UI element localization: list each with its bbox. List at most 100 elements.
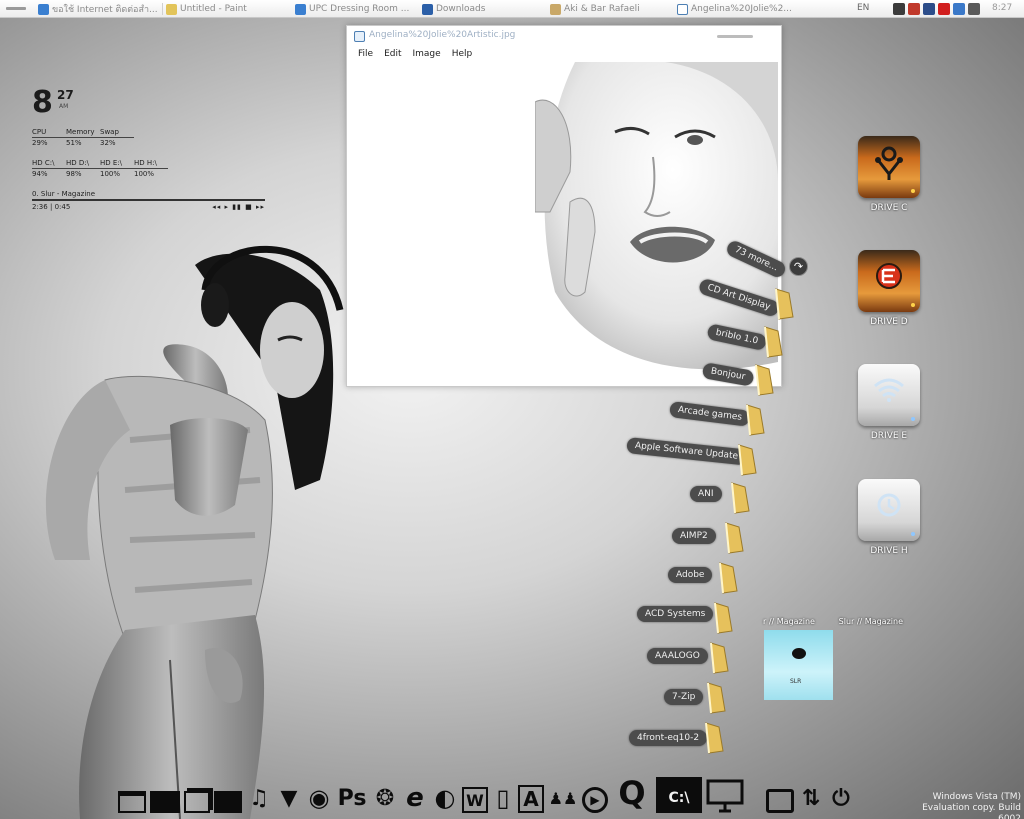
drive-label: DRIVE E — [870, 431, 908, 441]
album-cover[interactable]: SLR — [764, 630, 833, 700]
folder-icon[interactable] — [708, 641, 730, 674]
task-label: Downloads — [436, 4, 486, 14]
picture-icon[interactable] — [214, 791, 242, 813]
window-icon[interactable] — [118, 791, 146, 813]
album-label-left: r // Magazine — [763, 617, 815, 626]
language-indicator[interactable]: EN — [857, 3, 869, 13]
paint-icon — [166, 3, 177, 15]
stat-value: 29% — [32, 139, 48, 147]
taskbar-grip[interactable] — [6, 7, 26, 10]
monitor-icon[interactable] — [706, 779, 744, 813]
folder-icon[interactable] — [744, 403, 766, 436]
stack-item-label: Adobe — [668, 567, 713, 583]
stat-memory: Memory 51% — [66, 128, 100, 147]
stacked-windows-icon[interactable] — [184, 791, 210, 813]
folder-icon[interactable] — [762, 325, 784, 358]
cd-icon[interactable]: ◉ — [306, 783, 332, 813]
stack-item-label: ACD Systems — [637, 606, 714, 622]
task-downloads[interactable]: Downloads — [422, 2, 532, 16]
album-cover-text: SLR — [790, 678, 802, 685]
clock-hour: 8 — [32, 85, 53, 120]
tray-volume-icon[interactable] — [968, 3, 980, 15]
tray-kaspersky-icon[interactable] — [938, 3, 950, 15]
music-note-icon[interactable]: ♫ — [246, 783, 272, 813]
minimize-bar[interactable] — [717, 35, 753, 38]
folder-icon[interactable] — [723, 521, 745, 554]
task-paint[interactable]: Untitled - Paint — [166, 2, 286, 16]
firefox-icon[interactable]: ◐ — [432, 783, 458, 813]
task-label: Untitled - Paint — [180, 4, 247, 14]
task-aki-bar-rafaeli[interactable]: Aki & Bar Rafaeli — [550, 2, 668, 16]
power-icon[interactable]: ⏻ — [828, 783, 854, 813]
system-tray — [893, 3, 980, 15]
task-angelina-image[interactable]: Angelina%20Jolie%2... — [677, 2, 795, 16]
phone-icon[interactable]: ▯ — [492, 783, 514, 813]
task-label: Angelina%20Jolie%2... — [691, 4, 792, 14]
terminal-icon[interactable]: C:\ — [656, 777, 702, 813]
task-upc-dressing-room[interactable]: UPC Dressing Room ... — [295, 2, 411, 16]
menu-edit[interactable]: Edit — [384, 49, 401, 59]
menu-image[interactable]: Image — [413, 49, 441, 59]
clock-ampm: AM — [59, 103, 69, 110]
font-icon[interactable]: A — [518, 785, 544, 813]
stat-value: 51% — [66, 139, 82, 147]
stack-item-label: 7-Zip — [664, 689, 704, 705]
tray-shield-icon[interactable] — [908, 3, 920, 15]
word-icon[interactable]: W — [462, 787, 488, 813]
stack-item-label: Arcade games — [669, 401, 751, 427]
player-controls[interactable]: ◂◂ ▸ ▮▮ ■ ▸▸ — [212, 203, 265, 211]
folder-icon[interactable] — [703, 721, 725, 754]
album-art-figure — [792, 648, 806, 659]
quicktime-icon[interactable]: Q — [612, 773, 652, 813]
stat-key: HD D:\ — [66, 159, 100, 169]
folder-icon[interactable] — [753, 363, 775, 396]
transfer-icon[interactable]: ⇅ — [798, 783, 824, 813]
folder-icon[interactable] — [729, 481, 751, 514]
folder-icon — [550, 3, 561, 15]
drive-d[interactable]: DRIVE D — [854, 250, 924, 327]
windows-watermark: Windows Vista (TM) Evaluation copy. Buil… — [905, 792, 1021, 819]
folder-icon[interactable] — [773, 287, 795, 320]
track-title: 0. Slur - Magazine — [32, 190, 265, 201]
tray-network-icon[interactable] — [953, 3, 965, 15]
clock: 8 27 AM — [32, 88, 267, 124]
tray-sail-icon[interactable] — [923, 3, 935, 15]
folder-icon[interactable] — [705, 681, 727, 714]
stack-item-label: ANI — [690, 486, 722, 502]
now-playing-labels: r // Magazine Slur // Magazine — [763, 617, 903, 626]
photoshop-icon[interactable]: Ps — [336, 783, 368, 813]
clock-minute: 27 — [57, 88, 74, 102]
folder-icon[interactable] — [736, 443, 758, 476]
windows-tile-icon[interactable] — [150, 791, 180, 813]
system-monitor-widget: 8 27 AM CPU 29% Memory 51% Swap 32% HD C… — [32, 88, 267, 211]
tray-app-icon[interactable] — [893, 3, 905, 15]
menu-help[interactable]: Help — [452, 49, 473, 59]
stat-value: 32% — [100, 139, 116, 147]
menu-file[interactable]: File — [358, 49, 373, 59]
drive-c[interactable]: DRIVE C — [854, 136, 924, 213]
watermark-line1: Windows Vista (TM) — [932, 792, 1021, 802]
folder-icon[interactable] — [712, 601, 734, 634]
stat-hd-h: HD H:\ 100% — [134, 159, 168, 178]
stat-hd-d: HD D:\ 98% — [66, 159, 100, 178]
fox-icon[interactable]: ▼ — [276, 783, 302, 813]
tv-icon[interactable] — [766, 789, 794, 813]
stack-open-button[interactable]: ↷ — [789, 257, 808, 276]
tray-clock[interactable]: 8:27 — [992, 3, 1012, 13]
drive-label: DRIVE D — [870, 317, 908, 327]
drive-h[interactable]: DRIVE H — [854, 479, 924, 556]
task-internet-form[interactable]: ขอใช้ Internet ติดต่อสำ... — [38, 2, 158, 16]
users-icon[interactable]: ♟♟ — [548, 783, 578, 813]
media-player-icon[interactable]: ▶ — [582, 787, 608, 813]
total-time: 0:45 — [54, 203, 71, 211]
stat-key: Memory — [66, 128, 100, 138]
icon-dock: ♫ ▼ ◉ Ps ❂ e ◐ W ▯ A ♟♟ ▶ Q C:\ ⇅ ⏻ — [118, 771, 858, 813]
folder-icon[interactable] — [717, 561, 739, 594]
internet-explorer-icon[interactable]: e — [402, 783, 428, 813]
drive-e[interactable]: DRIVE E — [854, 364, 924, 441]
stat-key: HD E:\ — [100, 159, 134, 169]
compass-icon[interactable]: ❂ — [372, 783, 398, 813]
stack-item-label: AIMP2 — [672, 528, 716, 544]
stat-value: 100% — [134, 170, 155, 178]
stack-item-label: AAALOGO — [647, 648, 708, 664]
